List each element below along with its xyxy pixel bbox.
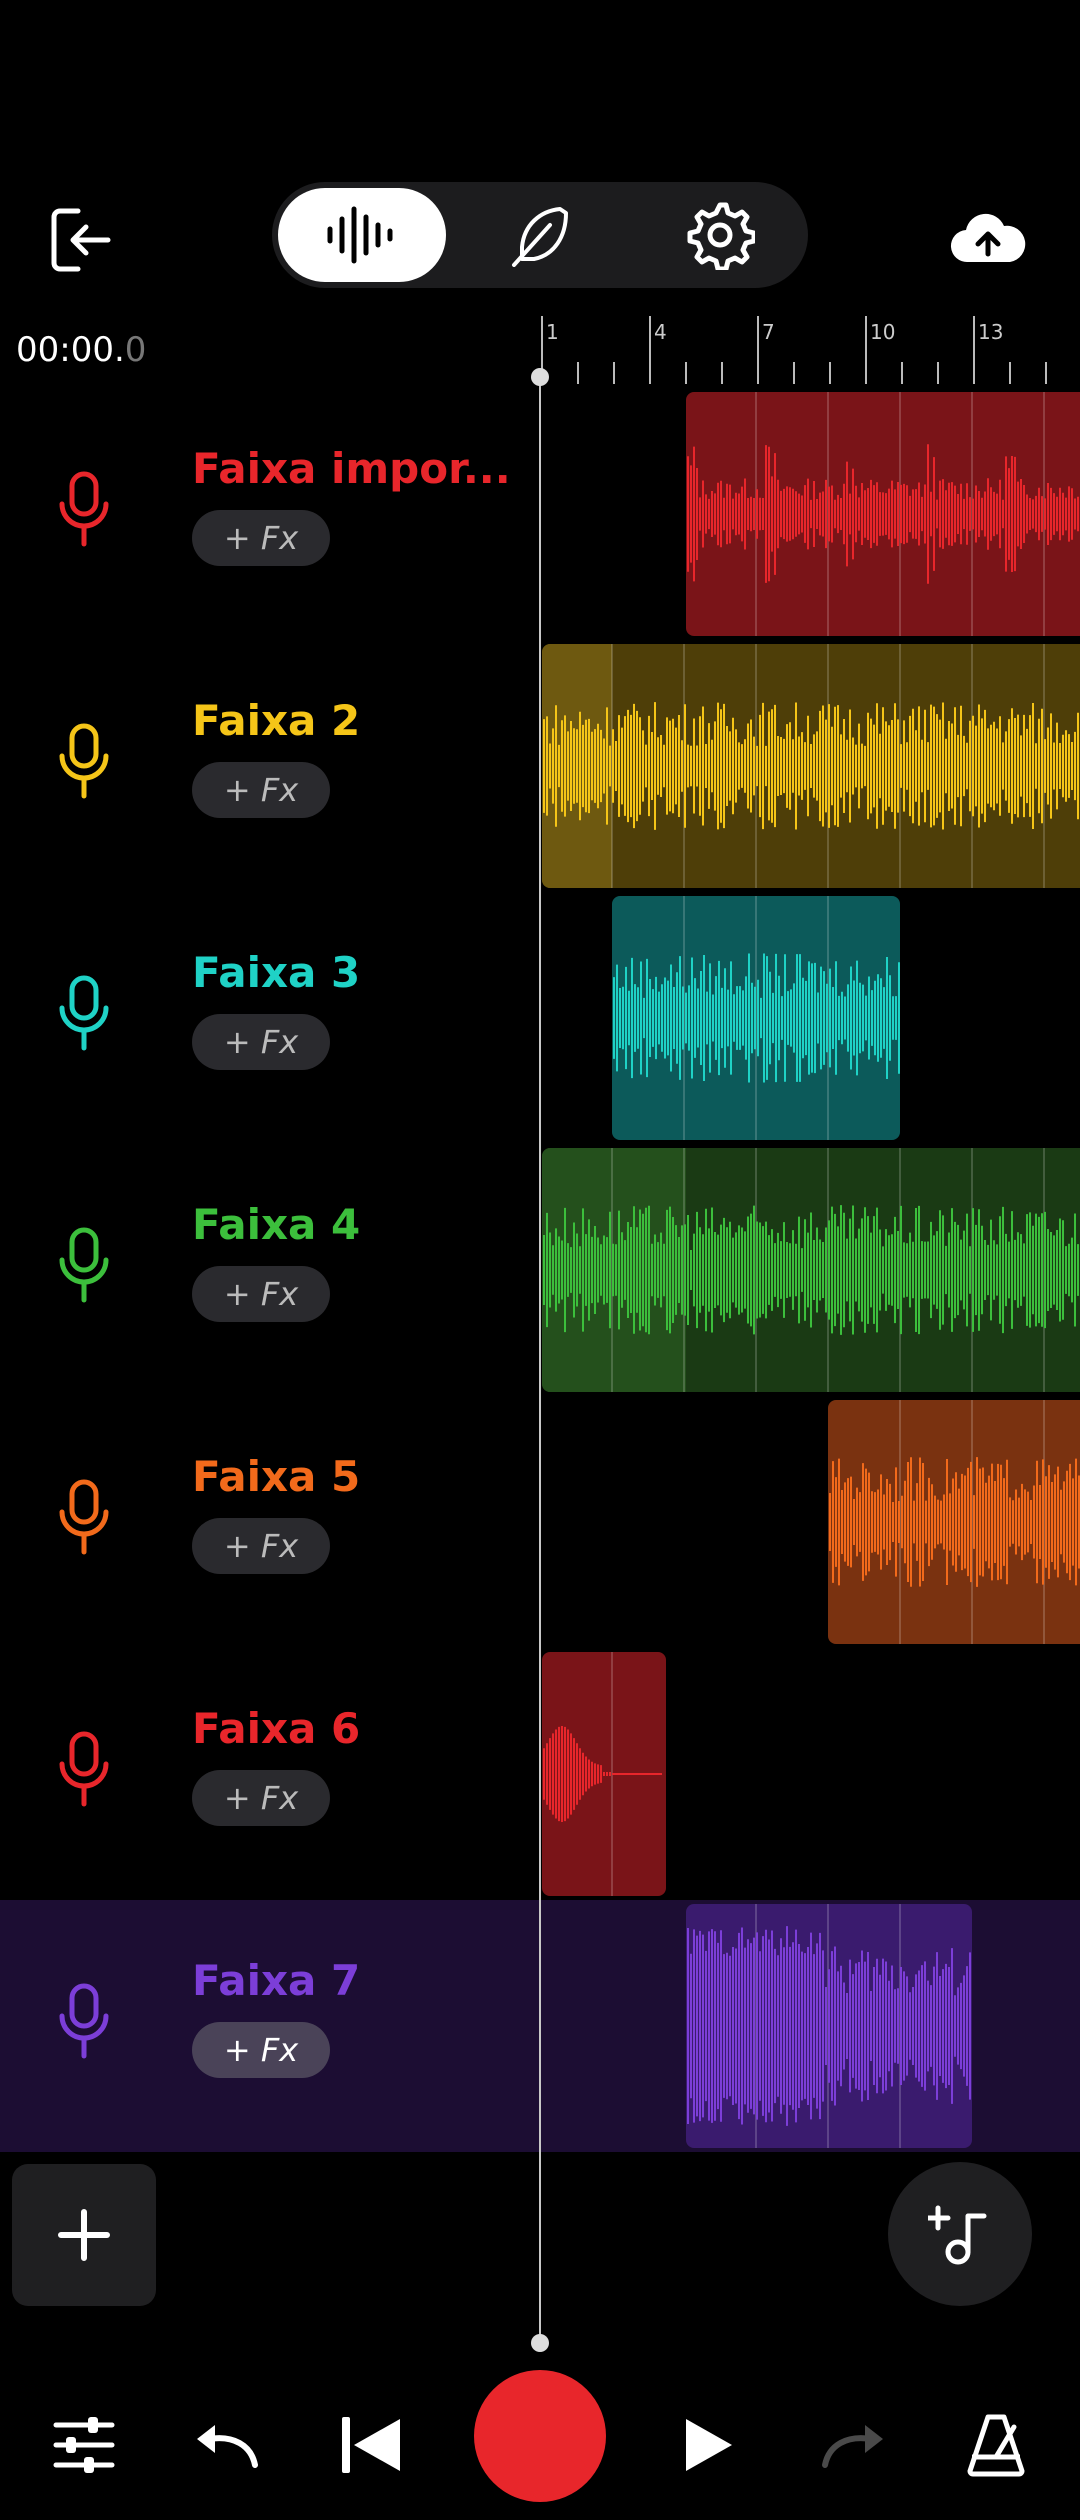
add-instrument-button[interactable] bbox=[888, 2162, 1032, 2306]
playhead-handle-bottom[interactable] bbox=[531, 2334, 549, 2352]
track-name[interactable]: Faixa 6 bbox=[192, 1704, 360, 1753]
time-main: 00:00. bbox=[16, 330, 125, 370]
mic-icon[interactable] bbox=[58, 722, 110, 802]
audio-clip[interactable] bbox=[686, 1904, 972, 2148]
metronome-button[interactable] bbox=[946, 2400, 1046, 2490]
ruler-label: 1 bbox=[546, 320, 559, 344]
add-fx-button[interactable]: + Fx bbox=[192, 1770, 330, 1826]
settings-button[interactable] bbox=[636, 188, 804, 282]
add-fx-button[interactable]: + Fx bbox=[192, 2022, 330, 2078]
cloud-upload-icon bbox=[950, 213, 1026, 263]
waveform bbox=[542, 1148, 1079, 1392]
waveform bbox=[543, 1652, 662, 1896]
skip-back-icon bbox=[342, 2417, 400, 2473]
metronome-icon bbox=[967, 2414, 1025, 2477]
skip-back-button[interactable] bbox=[322, 2400, 422, 2490]
ruler-label: 4 bbox=[654, 320, 667, 344]
play-icon bbox=[686, 2419, 732, 2471]
mixer-icon bbox=[53, 2417, 115, 2473]
track-name[interactable]: Faixa 7 bbox=[192, 1956, 360, 2005]
add-fx-button[interactable]: + Fx bbox=[192, 1014, 330, 1070]
waveform bbox=[687, 1904, 971, 2148]
mic-icon[interactable] bbox=[58, 470, 110, 550]
mic-icon[interactable] bbox=[58, 1478, 110, 1558]
add-track-button[interactable] bbox=[12, 2164, 156, 2306]
audio-clip[interactable] bbox=[612, 896, 900, 1140]
feather-icon bbox=[512, 207, 568, 267]
waveform bbox=[829, 1400, 1080, 1644]
add-fx-button[interactable]: + Fx bbox=[192, 510, 330, 566]
mic-icon[interactable] bbox=[58, 1982, 110, 2062]
waveform-icon bbox=[327, 206, 393, 264]
audio-clip[interactable] bbox=[542, 644, 1080, 888]
ruler-label: 10 bbox=[870, 320, 896, 344]
time-fraction: 0 bbox=[124, 330, 147, 370]
track-name[interactable]: Faixa 3 bbox=[192, 948, 360, 997]
waveform bbox=[542, 644, 1079, 888]
track-name[interactable]: Faixa 5 bbox=[192, 1452, 360, 1501]
mixer-button[interactable] bbox=[34, 2400, 134, 2490]
exit-icon bbox=[51, 208, 111, 272]
mic-icon[interactable] bbox=[58, 974, 110, 1054]
audio-clip[interactable] bbox=[542, 1148, 1080, 1392]
gear-icon bbox=[687, 202, 755, 270]
exit-button[interactable] bbox=[48, 205, 118, 275]
waveform-mode-button[interactable] bbox=[278, 188, 446, 282]
audio-clip[interactable] bbox=[828, 1400, 1080, 1644]
waveform bbox=[613, 896, 900, 1140]
cloud-upload-button[interactable] bbox=[948, 210, 1028, 270]
waveform bbox=[687, 392, 1079, 636]
redo-button[interactable] bbox=[802, 2400, 902, 2490]
track-name[interactable]: Faixa 2 bbox=[192, 696, 360, 745]
audio-clip[interactable] bbox=[686, 392, 1080, 636]
timeline-ruler[interactable]: 1 4 7 10 13 bbox=[540, 316, 1080, 386]
add-fx-button[interactable]: + Fx bbox=[192, 1518, 330, 1574]
ruler-label: 7 bbox=[762, 320, 775, 344]
redo-icon bbox=[822, 2425, 883, 2468]
undo-icon bbox=[197, 2425, 258, 2468]
add-fx-button[interactable]: + Fx bbox=[192, 762, 330, 818]
mic-icon[interactable] bbox=[58, 1730, 110, 1810]
mode-switcher bbox=[272, 182, 808, 288]
audio-clip[interactable] bbox=[542, 1652, 666, 1896]
mic-icon[interactable] bbox=[58, 1226, 110, 1306]
track-name[interactable]: Faixa 4 bbox=[192, 1200, 360, 1249]
add-note-icon bbox=[928, 2205, 987, 2265]
play-button[interactable] bbox=[658, 2400, 758, 2490]
plus-icon bbox=[58, 2209, 110, 2261]
record-button[interactable] bbox=[474, 2370, 606, 2502]
playhead[interactable] bbox=[539, 376, 541, 2342]
add-fx-button[interactable]: + Fx bbox=[192, 1266, 330, 1322]
effects-mode-button[interactable] bbox=[456, 188, 624, 282]
undo-button[interactable] bbox=[178, 2400, 278, 2490]
time-display: 00:00.0 bbox=[16, 330, 146, 370]
playhead-handle-top[interactable] bbox=[531, 368, 549, 386]
track-name[interactable]: Faixa impor... bbox=[192, 444, 511, 493]
ruler-label: 13 bbox=[978, 320, 1004, 344]
